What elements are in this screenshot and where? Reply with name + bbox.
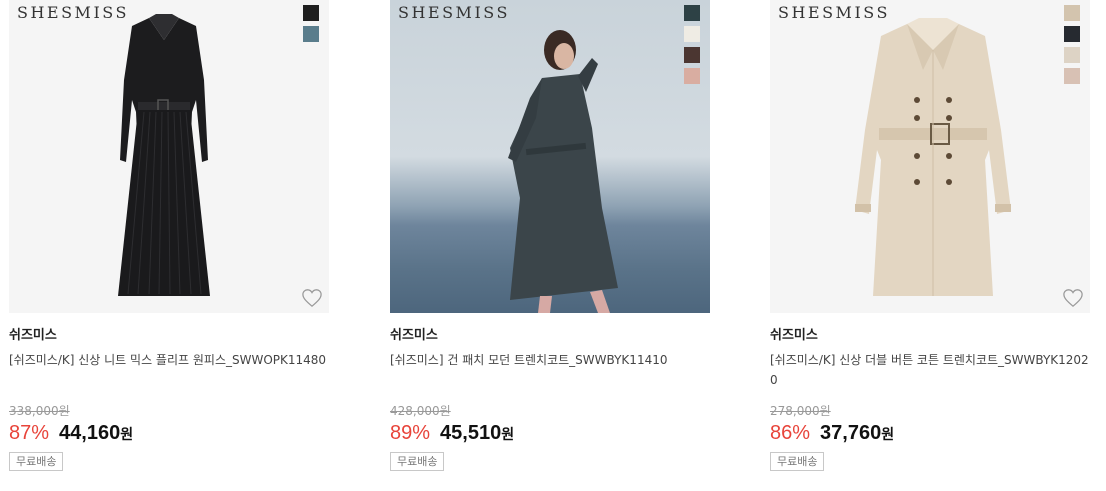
dress-illustration	[118, 14, 210, 296]
color-swatch[interactable]	[1064, 26, 1080, 42]
color-swatch[interactable]	[303, 5, 319, 21]
product-title[interactable]: [쉬즈미스/K] 신상 니트 믹스 플리프 원피스_SWWOPK11480	[9, 350, 329, 398]
brand-logo: SHESMISS	[398, 3, 510, 22]
currency-unit: 원	[501, 427, 515, 443]
original-price: 428,000원	[390, 404, 451, 418]
original-price: 278,000원	[770, 404, 831, 418]
product-grid: SHESMISS 쉬즈미스 [쉬즈미스/K] 신상 니트 믹스 플리프 원피스_…	[0, 0, 1106, 491]
product-image[interactable]: SHESMISS	[9, 0, 329, 313]
product-title[interactable]: [쉬즈미스/K] 신상 더블 버튼 코튼 트렌치코트_SWWBYK12020	[770, 350, 1090, 398]
free-shipping-badge: 무료배송	[390, 452, 445, 471]
color-swatch[interactable]	[684, 68, 700, 84]
original-price: 338,000원	[9, 404, 70, 418]
color-swatch[interactable]	[1064, 47, 1080, 63]
sale-price: 44,160	[59, 422, 121, 444]
free-shipping-badge: 무료배송	[770, 452, 825, 471]
product-card[interactable]: SHESMISS 쉬즈미스 [쉬즈미스] 건 패치 모던 트렌치코트_SWWBY…	[390, 0, 710, 471]
wishlist-heart-icon[interactable]	[1061, 287, 1085, 309]
product-card[interactable]: SHESMISS	[9, 0, 329, 471]
price-row: 89% 45,510 원	[390, 422, 710, 448]
color-swatches	[303, 5, 319, 42]
color-swatch[interactable]	[1064, 5, 1080, 21]
sale-price: 37,760	[820, 422, 882, 444]
product-title[interactable]: [쉬즈미스] 건 패치 모던 트렌치코트_SWWBYK11410	[390, 350, 710, 398]
free-shipping-badge: 무료배송	[9, 452, 64, 471]
brand-name[interactable]: 쉬즈미스	[770, 326, 1090, 345]
color-swatches	[1064, 5, 1080, 84]
color-swatch[interactable]	[303, 26, 319, 42]
discount-rate: 86%	[770, 422, 811, 444]
color-swatch[interactable]	[684, 26, 700, 42]
discount-rate: 89%	[390, 422, 431, 444]
color-swatch[interactable]	[1064, 68, 1080, 84]
discount-rate: 87%	[9, 422, 50, 444]
brand-name[interactable]: 쉬즈미스	[390, 326, 710, 345]
brand-name[interactable]: 쉬즈미스	[9, 326, 329, 345]
model-trench-illustration	[508, 30, 618, 313]
product-image[interactable]: SHESMISS	[390, 0, 710, 313]
color-swatches	[684, 5, 700, 84]
color-swatch[interactable]	[684, 5, 700, 21]
sale-price: 45,510	[440, 422, 502, 444]
trench-coat-illustration	[855, 18, 1011, 296]
product-image[interactable]: SHESMISS	[770, 0, 1090, 313]
currency-unit: 원	[881, 427, 895, 443]
color-swatch[interactable]	[684, 47, 700, 63]
product-card[interactable]: SHESMISS	[770, 0, 1090, 471]
wishlist-heart-icon[interactable]	[300, 287, 324, 309]
currency-unit: 원	[120, 427, 134, 443]
price-row: 87% 44,160 원	[9, 422, 329, 448]
price-row: 86% 37,760 원	[770, 422, 1090, 448]
